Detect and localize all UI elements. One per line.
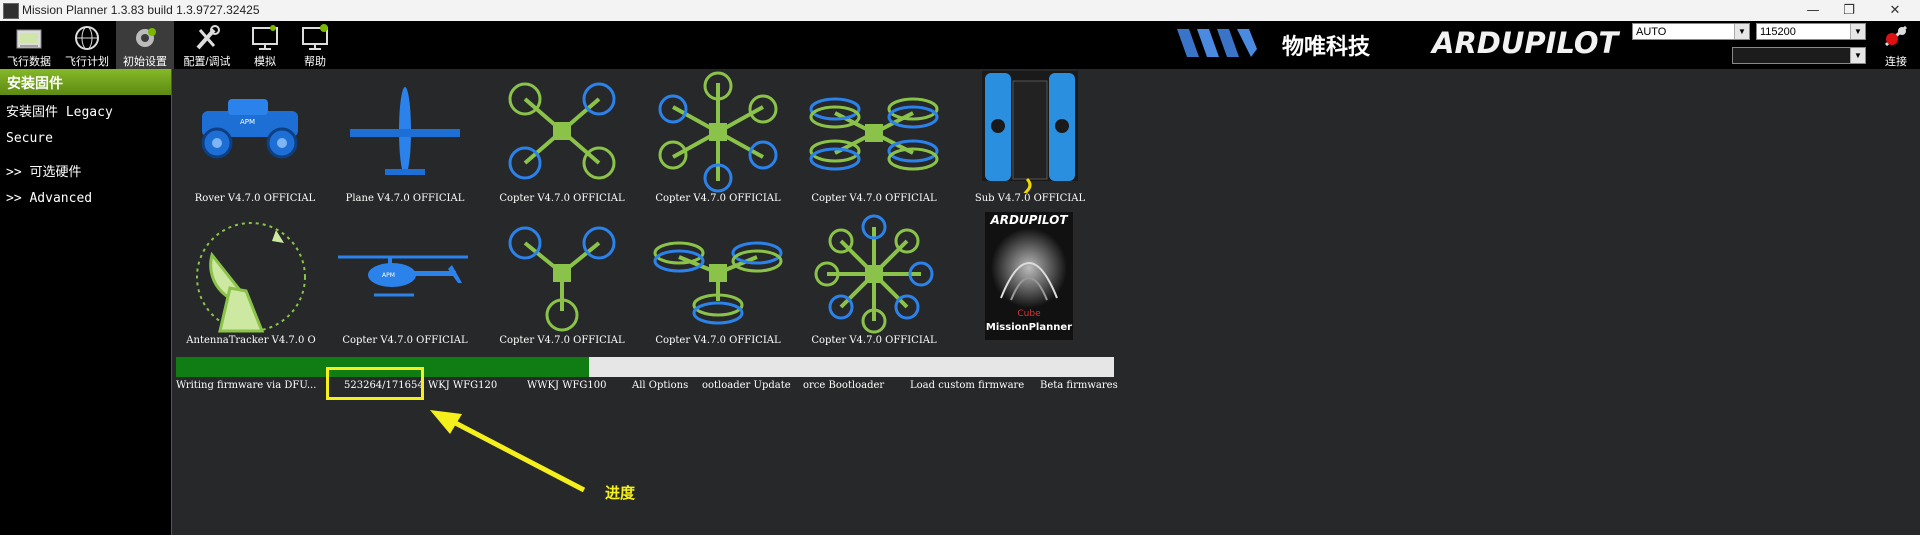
toolbar-config-tuning[interactable]: 配置/调试 bbox=[178, 21, 236, 69]
chevron-down-icon: ▼ bbox=[1850, 24, 1865, 39]
toolbar-help[interactable]: 帮助 bbox=[286, 21, 344, 69]
sidebar-item-optional-hardware[interactable]: >> 可选硬件 bbox=[6, 161, 81, 180]
firmware-caption: Copter V4.7.0 OFFICIAL bbox=[655, 335, 781, 346]
link-all-options[interactable]: All Options bbox=[632, 380, 688, 391]
tri-icon bbox=[508, 226, 616, 332]
firmware-caption: Copter V4.7.0 OFFICIAL bbox=[342, 335, 468, 346]
firmware-copter-quad-button[interactable]: Copter V4.7.0 OFFICIAL bbox=[487, 71, 637, 209]
plane-icon bbox=[350, 87, 460, 175]
link-load-custom-firmware[interactable]: Load custom firmware bbox=[910, 380, 1024, 391]
toolbar-initial-setup[interactable]: 初始设置 bbox=[116, 21, 174, 69]
svg-text:APM: APM bbox=[382, 272, 395, 279]
cube-label: Cube bbox=[1017, 309, 1041, 319]
firmware-copter-coax-button[interactable]: Copter V4.7.0 OFFICIAL bbox=[799, 71, 949, 209]
toolbar-flight-data[interactable]: 飞行数据 bbox=[0, 21, 58, 69]
coax-quad-icon bbox=[809, 97, 939, 171]
helicopter-icon: APM bbox=[338, 255, 468, 297]
link-wwkj-wfg100[interactable]: WWKJ WFG100 bbox=[527, 380, 607, 391]
ardupilot-logo-text: ARDUPILOT bbox=[1432, 26, 1619, 60]
octa-icon bbox=[814, 214, 934, 334]
hexa-icon bbox=[658, 71, 778, 193]
firmware-caption: Copter V4.7.0 OFFICIAL bbox=[655, 193, 781, 204]
firmware-caption: Rover V4.7.0 OFFICIAL bbox=[194, 193, 316, 204]
baud-select[interactable]: 115200 ▼ bbox=[1756, 23, 1866, 40]
rover-icon: APM bbox=[201, 99, 298, 159]
link-wkj-wfg120[interactable]: WKJ WFG120 bbox=[428, 380, 497, 391]
antenna-tracker-icon bbox=[196, 222, 306, 333]
progress-highlight-box bbox=[326, 367, 424, 400]
connect-plug-icon bbox=[1884, 25, 1908, 47]
firmware-antenna-tracker-button[interactable]: AntennaTracker V4.7.0 O bbox=[172, 213, 330, 351]
help-icon bbox=[302, 24, 328, 50]
sidebar-item-install-firmware[interactable]: 安装固件 bbox=[0, 69, 171, 95]
cube-missionplanner-icon bbox=[991, 228, 1067, 308]
brand-logo-text: 物唯科技 bbox=[1282, 35, 1371, 60]
cube-missionplanner-label: MissionPlanner bbox=[985, 322, 1073, 333]
firmware-copter-tri-button[interactable]: Copter V4.7.0 OFFICIAL bbox=[487, 213, 637, 351]
app-icon bbox=[3, 3, 19, 19]
status-writing-text: Writing firmware via DFU... bbox=[176, 380, 317, 391]
config-tuning-icon bbox=[196, 25, 220, 50]
sidebar-item-advanced[interactable]: >> Advanced bbox=[6, 191, 92, 206]
flight-plan-icon bbox=[75, 26, 99, 50]
wuwei-logo-icon bbox=[1177, 29, 1257, 57]
connect-button[interactable]: 连接 bbox=[1876, 23, 1916, 69]
sidebar-item-secure[interactable]: Secure bbox=[6, 131, 53, 146]
cube-ardupilot-logo: ARDUPILOT bbox=[990, 213, 1068, 227]
toolbar-flight-plan[interactable]: 飞行计划 bbox=[58, 21, 116, 69]
firmware-plane-button[interactable]: Plane V4.7.0 OFFICIAL bbox=[330, 71, 480, 209]
sidebar-item-install-firmware-legacy[interactable]: 安装固件 Legacy bbox=[6, 101, 113, 120]
svg-text:APM: APM bbox=[240, 118, 255, 126]
chevron-down-icon: ▼ bbox=[1850, 48, 1865, 63]
link-force-bootloader[interactable]: orce Bootloader bbox=[803, 380, 884, 391]
port-select[interactable]: AUTO ▼ bbox=[1632, 23, 1750, 40]
firmware-caption: Plane V4.7.0 OFFICIAL bbox=[345, 193, 465, 204]
setup-sidebar: 安装固件 安装固件 Legacy Secure >> 可选硬件 >> Advan… bbox=[0, 69, 171, 535]
firmware-caption: Copter V4.7.0 OFFICIAL bbox=[499, 335, 625, 346]
annotation-arrow-icon bbox=[430, 410, 586, 493]
simulation-icon bbox=[252, 25, 278, 50]
window-title: Mission Planner 1.3.83 build 1.3.9727.32… bbox=[22, 3, 260, 17]
firmware-copter-octa-button[interactable]: Copter V4.7.0 OFFICIAL bbox=[799, 213, 949, 351]
profile-select[interactable]: ▼ bbox=[1732, 47, 1866, 64]
sub-icon bbox=[982, 71, 1078, 201]
link-beta-firmwares[interactable]: Beta firmwares bbox=[1040, 380, 1118, 391]
link-bootloader-update[interactable]: ootloader Update bbox=[702, 380, 791, 391]
firmware-caption: Copter V4.7.0 OFFICIAL bbox=[811, 335, 937, 346]
initial-setup-icon bbox=[136, 28, 156, 47]
restore-icon[interactable]: ❐ bbox=[1826, 1, 1872, 20]
annotation-progress-label: 进度 bbox=[605, 484, 636, 502]
firmware-caption: AntennaTracker V4.7.0 O bbox=[186, 335, 316, 346]
quad-x-icon bbox=[508, 82, 616, 180]
firmware-cube-missionplanner-button[interactable]: ARDUPILOT Cube MissionPlanner bbox=[985, 212, 1073, 340]
firmware-progress-bar bbox=[176, 357, 1114, 377]
firmware-caption: Copter V4.7.0 OFFICIAL bbox=[499, 193, 625, 204]
chevron-down-icon: ▼ bbox=[1734, 24, 1749, 39]
close-icon[interactable]: ✕ bbox=[1872, 1, 1918, 20]
firmware-caption: Copter V4.7.0 OFFICIAL bbox=[811, 193, 937, 204]
firmware-copter-y6-button[interactable]: Copter V4.7.0 OFFICIAL bbox=[643, 213, 793, 351]
firmware-rover-button[interactable]: APM Rover V4.7.0 OFFICIAL bbox=[180, 71, 330, 209]
firmware-copter-hexa-button[interactable]: Copter V4.7.0 OFFICIAL bbox=[643, 71, 793, 209]
y6-icon bbox=[653, 241, 783, 325]
firmware-copter-heli-button[interactable]: APM Copter V4.7.0 OFFICIAL bbox=[330, 213, 480, 351]
title-bar: Mission Planner 1.3.83 build 1.3.9727.32… bbox=[0, 0, 1920, 21]
flight-data-icon bbox=[16, 29, 42, 49]
firmware-sub-button[interactable]: Sub V4.7.0 OFFICIAL bbox=[955, 71, 1105, 209]
firmware-caption: Sub V4.7.0 OFFICIAL bbox=[974, 193, 1086, 204]
main-toolbar: 飞行数据 飞行计划 初始设置 配置/调试 模拟 帮助 物唯科技 ARDUPILO… bbox=[0, 21, 1920, 69]
